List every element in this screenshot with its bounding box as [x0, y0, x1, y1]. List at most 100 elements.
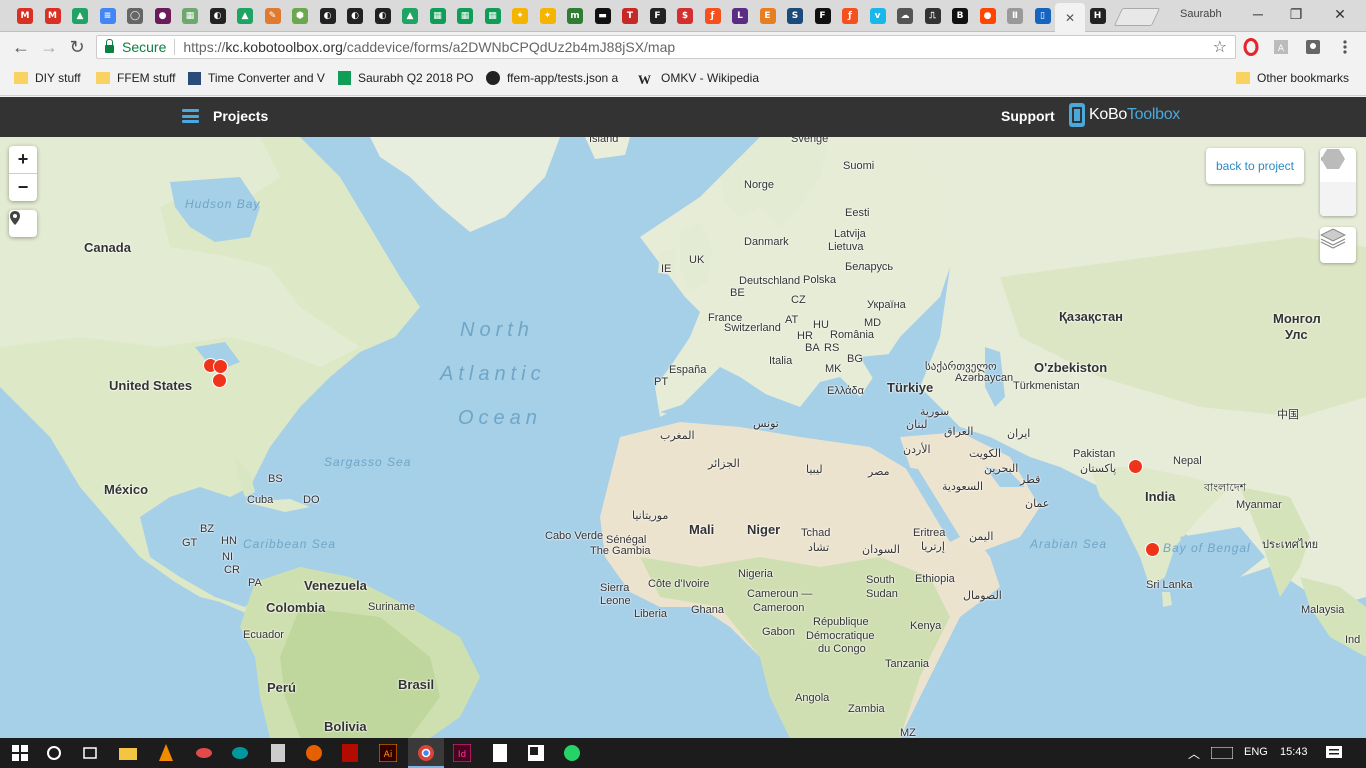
browser-tab[interactable]: E — [755, 4, 781, 28]
browser-tab[interactable]: ● — [975, 4, 1001, 28]
browser-tab[interactable]: L — [727, 4, 753, 28]
submission-marker[interactable] — [212, 373, 227, 388]
active-tab[interactable]: ✕ — [1055, 3, 1085, 32]
browser-tab[interactable]: ✦ — [507, 4, 533, 28]
window-close-icon[interactable]: ✕ — [1330, 6, 1350, 23]
submission-marker[interactable] — [213, 359, 228, 374]
lightbulb-extension-icon[interactable] — [1304, 38, 1322, 56]
browser-tab[interactable]: ▦ — [177, 4, 203, 28]
cortana-icon[interactable] — [44, 743, 64, 763]
arduino-icon[interactable] — [230, 743, 250, 763]
input-language[interactable]: ENG — [1244, 746, 1268, 758]
indesign-icon[interactable]: Id — [452, 743, 472, 763]
browser-tab[interactable]: $ — [672, 4, 698, 28]
browser-tab[interactable]: ▲ — [397, 4, 423, 28]
bookmark-star-icon[interactable]: ☆ — [1213, 37, 1227, 57]
support-link[interactable]: Support — [1001, 108, 1055, 124]
bookmark-ffem-stuff[interactable]: FFEM stuff — [96, 71, 175, 85]
zoom-in-button[interactable]: + — [9, 146, 37, 173]
browser-tab[interactable]: ✎ — [260, 4, 286, 28]
browser-tab[interactable]: ✦ — [535, 4, 561, 28]
chrome-icon[interactable] — [416, 743, 436, 763]
browser-tab[interactable]: ▬ — [590, 4, 616, 28]
browser-tab[interactable]: ◯ — [122, 4, 148, 28]
browser-tab[interactable]: ▦ — [480, 4, 506, 28]
browser-tab[interactable]: M — [12, 4, 38, 28]
kobo-toolbox-logo[interactable]: KoBoToolbox — [1069, 103, 1180, 127]
app-icon-bird[interactable] — [194, 743, 214, 763]
new-tab-button[interactable] — [1113, 8, 1161, 26]
sticky-notes-icon[interactable] — [526, 743, 546, 763]
bookmark-ffem-app-tests[interactable]: ffem-app/tests.json a — [486, 71, 618, 85]
country-label: ليبيا — [806, 464, 823, 476]
profile-name[interactable]: Saurabh — [1180, 8, 1222, 20]
browser-tab[interactable]: T — [617, 4, 643, 28]
heatmap-view-button[interactable] — [1320, 149, 1356, 216]
hamburger-menu-icon[interactable] — [182, 109, 199, 123]
submissions-map[interactable]: North Atlantic Ocean Hudson Bay Sargasso… — [0, 137, 1366, 738]
browser-tab[interactable]: ⬢ — [287, 4, 313, 28]
close-icon[interactable]: ✕ — [1065, 11, 1075, 25]
browser-tab[interactable]: ☁ — [892, 4, 918, 28]
submission-marker[interactable] — [1145, 542, 1160, 557]
show-hidden-icons-chevron[interactable]: ︿ — [1184, 743, 1204, 763]
layers-button[interactable] — [1320, 227, 1356, 263]
browser-tab[interactable]: F — [810, 4, 836, 28]
task-view-icon[interactable] — [80, 743, 100, 763]
google-sheets-icon: ▦ — [484, 8, 501, 24]
keyboard-icon[interactable] — [1210, 743, 1234, 763]
browser-tab[interactable]: ▲ — [232, 4, 258, 28]
browser-tab[interactable]: M — [40, 4, 66, 28]
browser-tab[interactable]: v — [865, 4, 891, 28]
opera-icon[interactable] — [1242, 38, 1260, 56]
vlc-icon[interactable] — [156, 743, 176, 763]
projects-link[interactable]: Projects — [213, 108, 268, 124]
browser-tab[interactable]: ◐ — [205, 4, 231, 28]
whatsapp-icon[interactable] — [562, 743, 582, 763]
pdf-extension-icon[interactable]: A — [1272, 38, 1290, 56]
menu-kebab-icon[interactable] — [1336, 38, 1354, 56]
calculator-icon[interactable] — [268, 743, 288, 763]
browser-tab[interactable]: ◐ — [342, 4, 368, 28]
taskbar-clock[interactable]: 15:43 — [1280, 746, 1308, 758]
browser-tab[interactable]: F — [645, 4, 671, 28]
bookmark-time-converter[interactable]: Time Converter and V — [188, 71, 325, 85]
reload-icon[interactable]: ↻ — [66, 36, 88, 58]
browser-tab[interactable]: S — [782, 4, 808, 28]
browser-tab[interactable]: ◐ — [315, 4, 341, 28]
browser-tab[interactable]: ƒ — [700, 4, 726, 28]
back-arrow-icon[interactable]: ← — [10, 36, 32, 58]
file-explorer-icon[interactable] — [118, 743, 138, 763]
browser-tab[interactable]: B — [947, 4, 973, 28]
browser-tab[interactable]: ƒ — [837, 4, 863, 28]
browser-tab[interactable]: ▦ — [425, 4, 451, 28]
submission-marker[interactable] — [1128, 459, 1143, 474]
browser-tab[interactable]: ◐ — [370, 4, 396, 28]
firefox-icon[interactable] — [304, 743, 324, 763]
back-to-project-button[interactable]: back to project — [1206, 148, 1304, 184]
notepad-icon[interactable] — [490, 743, 510, 763]
minimize-icon[interactable]: ─ — [1248, 6, 1268, 22]
browser-tab[interactable]: ● — [150, 4, 176, 28]
browser-tab[interactable]: ⎍ — [920, 4, 946, 28]
address-bar[interactable]: Secure https://kc.kobotoolbox.org/caddev… — [96, 35, 1236, 59]
zoom-out-button[interactable]: − — [9, 174, 37, 201]
browser-tab[interactable]: H — [1085, 4, 1111, 28]
bookmark-saurabh-q2[interactable]: Saurabh Q2 2018 PO — [338, 71, 473, 85]
illustrator-icon[interactable]: Ai — [378, 743, 398, 763]
bookmark-other[interactable]: Other bookmarks — [1236, 71, 1349, 85]
browser-tab[interactable]: ≡ — [95, 4, 121, 28]
browser-tab[interactable]: Ⅱ — [1002, 4, 1028, 28]
acrobat-icon[interactable] — [340, 743, 360, 763]
action-center-icon[interactable] — [1324, 743, 1344, 763]
forward-arrow-icon[interactable]: → — [38, 36, 60, 58]
browser-tab[interactable]: ▲ — [67, 4, 93, 28]
browser-tab[interactable]: m — [562, 4, 588, 28]
browser-tab[interactable]: ▯ — [1030, 4, 1056, 28]
locate-pin-button[interactable] — [9, 210, 37, 237]
bookmark-omkv-wikipedia[interactable]: W OMKV - Wikipedia — [638, 71, 759, 87]
restore-icon[interactable]: ❐ — [1286, 6, 1306, 23]
windows-start-icon[interactable] — [10, 743, 30, 763]
browser-tab[interactable]: ▦ — [452, 4, 478, 28]
bookmark-diy-stuff[interactable]: DIY stuff — [14, 71, 81, 85]
